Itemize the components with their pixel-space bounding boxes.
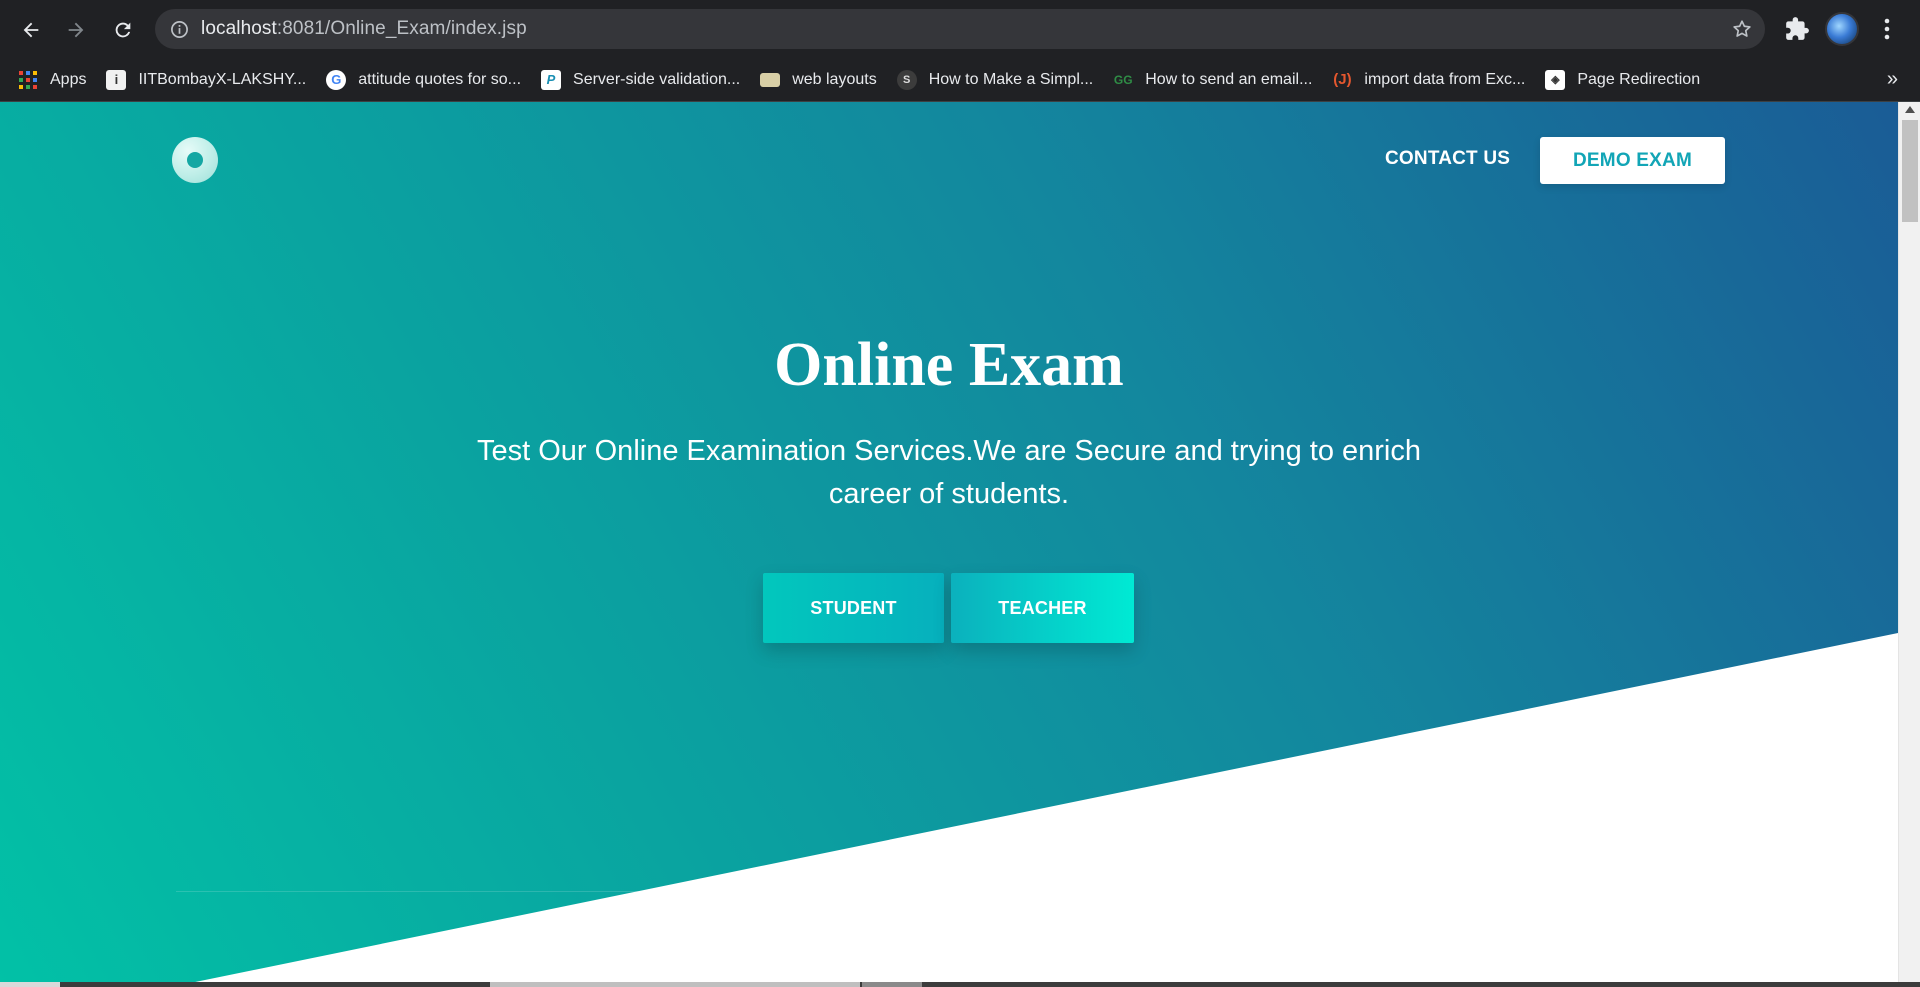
section-divider [176, 891, 1726, 892]
iitbx-favicon: i [106, 69, 127, 90]
scroll-up-arrow-icon[interactable] [1905, 106, 1915, 113]
bookmark-label: How to send an email... [1145, 70, 1313, 88]
scroll-thumb[interactable] [1902, 120, 1918, 222]
google-favicon: G [326, 69, 347, 90]
browser-toolbar: localhost:8081/Online_Exam/index.jsp [0, 0, 1920, 58]
bookmark-label: import data from Exc... [1364, 70, 1526, 88]
bookmarks-overflow-chevron[interactable]: » [1887, 68, 1898, 91]
back-button[interactable] [13, 12, 49, 48]
bookmark-label: Server-side validation... [573, 70, 741, 88]
bookmark-label: Page Redirection [1577, 70, 1701, 88]
taskbar-edge [0, 982, 1920, 987]
kebab-menu-icon[interactable] [1875, 14, 1903, 44]
folder-favicon [760, 72, 781, 87]
dark-circle-favicon: S [896, 69, 917, 90]
logo-dot [187, 152, 203, 168]
page-viewport: CONTACT US DEMO EXAM Online Exam Test Ou… [0, 102, 1898, 987]
arrow-left-icon [23, 22, 39, 38]
bookmark-apps[interactable]: Apps [8, 64, 96, 96]
bookmark-make-simple[interactable]: S How to Make a Simpl... [887, 64, 1104, 96]
demo-exam-button[interactable]: DEMO EXAM [1540, 137, 1725, 184]
reload-icon [115, 22, 131, 38]
bookmark-label: IITBombayX-LAKSHY... [138, 70, 307, 88]
page-scrollbar[interactable] [1898, 102, 1920, 987]
taskbar-segment [0, 982, 60, 987]
bookmark-iitbx[interactable]: i IITBombayX-LAKSHY... [96, 64, 316, 96]
gfg-favicon: GG [1113, 72, 1133, 87]
page-favicon: ◈ [1545, 69, 1566, 90]
p-favicon: P [541, 69, 562, 90]
bookmark-label: web layouts [792, 70, 877, 88]
teacher-button[interactable]: TEACHER [951, 573, 1134, 643]
contact-us-link[interactable]: CONTACT US [1385, 148, 1510, 170]
url-host: localhost [201, 18, 277, 39]
hero-subtitle: Test Our Online Examination Services.We … [476, 435, 1421, 510]
reload-button[interactable] [105, 12, 141, 48]
address-bar[interactable]: localhost:8081/Online_Exam/index.jsp [155, 9, 1765, 49]
bookmark-import-data[interactable]: (J) import data from Exc... [1322, 64, 1535, 96]
apps-grid-icon [18, 70, 38, 90]
extensions-puzzle-icon[interactable] [1784, 16, 1810, 42]
bookmark-star-icon[interactable] [1731, 18, 1753, 40]
bookmark-attitude-quotes[interactable]: G attitude quotes for so... [316, 64, 531, 96]
hero-title: Online Exam [774, 331, 1124, 399]
taskbar-segment [862, 982, 922, 987]
site-logo[interactable] [172, 137, 218, 183]
arrow-right-icon [68, 22, 84, 38]
j-favicon: (J) [1333, 71, 1352, 88]
bookmark-label: Apps [50, 70, 87, 88]
student-button[interactable]: STUDENT [763, 573, 944, 643]
bookmark-page-redirection[interactable]: ◈ Page Redirection [1535, 64, 1710, 96]
bookmark-label: How to Make a Simpl... [928, 70, 1094, 88]
forward-button[interactable] [58, 12, 94, 48]
bookmarks-bar: Apps i IITBombayX-LAKSHY... G attitude q… [0, 58, 1920, 102]
hero-section [0, 102, 1898, 987]
info-icon[interactable] [169, 19, 189, 39]
url-path: :8081/Online_Exam/index.jsp [276, 18, 527, 39]
bookmark-web-layouts[interactable]: web layouts [750, 64, 887, 96]
taskbar-segment [490, 982, 860, 987]
bookmark-send-email[interactable]: GG How to send an email... [1103, 64, 1322, 96]
bookmark-server-validation[interactable]: P Server-side validation... [531, 64, 750, 96]
bookmark-label: attitude quotes for so... [358, 70, 522, 88]
url-text[interactable]: localhost:8081/Online_Exam/index.jsp [201, 18, 527, 40]
profile-avatar[interactable] [1825, 12, 1859, 46]
